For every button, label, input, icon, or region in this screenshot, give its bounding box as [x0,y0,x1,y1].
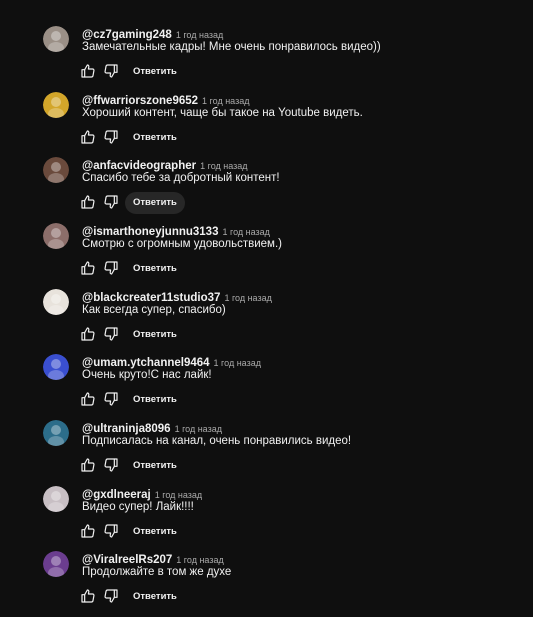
reply-button[interactable]: Ответить [125,127,185,149]
comment-item: @cz7gaming248 1 год назад Замечательные ка… [0,26,533,92]
reply-button[interactable]: Ответить [125,389,185,411]
thumbs-down-icon[interactable] [103,391,119,407]
comment-timestamp[interactable]: 1 год назад [176,30,223,40]
thumbs-down-icon[interactable] [103,129,119,145]
thumbs-down-icon[interactable] [103,588,119,604]
comment-timestamp[interactable]: 1 год назад [222,227,269,237]
comment-timestamp[interactable]: 1 год назад [175,424,222,434]
comment-text: Очень круто!С нас лайк! [82,369,212,381]
comment-author[interactable]: @ffwarriorszone9652 [82,95,198,107]
thumbs-down-icon[interactable] [103,194,119,210]
thumbs-up-icon[interactable] [80,457,96,473]
comment-timestamp[interactable]: 1 год назад [224,293,271,303]
comment-text: Спасибо тебе за добротный контент! [82,172,280,184]
thumbs-up-icon[interactable] [80,63,96,79]
comment-item: @anfacvideographer 1 год назад Спасибо теб… [0,157,533,223]
avatar[interactable] [43,486,69,512]
thumbs-down-icon[interactable] [103,260,119,276]
avatar[interactable] [43,551,69,577]
comment-item: @blackcreater11studio37 1 год назад Как вс… [0,289,533,355]
thumbs-down-icon[interactable] [103,457,119,473]
comment-timestamp[interactable]: 1 год назад [214,358,261,368]
avatar[interactable] [43,354,69,380]
comment-text: Подписалась на канал, очень понравились … [82,435,352,447]
thumbs-up-icon[interactable] [80,588,96,604]
comment-author[interactable]: @ViralreelRs207 [82,554,172,566]
avatar[interactable] [43,26,69,52]
comment-text: Смотрю с огромным удовольствием.) [82,238,282,250]
comment-text: Как всегда супер, спасибо) [82,304,226,316]
comment-author[interactable]: @ultraninja8096 [82,423,171,435]
comment-timestamp[interactable]: 1 год назад [200,161,247,171]
thumbs-down-icon[interactable] [103,523,119,539]
reply-button[interactable]: Ответить [125,61,185,83]
avatar[interactable] [43,157,69,183]
avatar[interactable] [43,420,69,446]
comment-text: Замечательные кадры! Мне очень понравило… [82,41,381,53]
thumbs-up-icon[interactable] [80,129,96,145]
reply-button[interactable]: Ответить [125,586,185,608]
comment-item: @gxdlneeraj 1 год назад Видео супер! Лайк!… [0,486,533,552]
comment-author[interactable]: @anfacvideographer [82,160,196,172]
thumbs-down-icon[interactable] [103,326,119,342]
reply-button[interactable]: Ответить [125,258,185,280]
comment-text: Хороший контент, чаще бы такое на Youtub… [82,107,363,119]
comment-item: @umam.ytchannel9464 1 год назад Очень крут… [0,354,533,420]
avatar[interactable] [43,92,69,118]
reply-button[interactable]: Ответить [125,324,185,346]
reply-button[interactable]: Ответить [125,521,185,543]
thumbs-up-icon[interactable] [80,326,96,342]
comment-item: @ffwarriorszone9652 1 год назад Хороший ко… [0,92,533,158]
comment-text: Продолжайте в том же духе [82,566,232,578]
comment-item: @ismarthoneyjunnu3133 1 год назад Смотрю с… [0,223,533,289]
comment-timestamp[interactable]: 1 год назад [176,555,223,565]
comment-author[interactable]: @gxdlneeraj [82,489,151,501]
avatar[interactable] [43,223,69,249]
thumbs-up-icon[interactable] [80,194,96,210]
thumbs-down-icon[interactable] [103,63,119,79]
thumbs-up-icon[interactable] [80,523,96,539]
comment-author[interactable]: @cz7gaming248 [82,29,172,41]
comment-text: Видео супер! Лайк!!!! [82,501,194,513]
comment-author[interactable]: @umam.ytchannel9464 [82,357,210,369]
thumbs-up-icon[interactable] [80,260,96,276]
comment-timestamp[interactable]: 1 год назад [155,490,202,500]
avatar[interactable] [43,289,69,315]
comment-timestamp[interactable]: 1 год назад [202,96,249,106]
thumbs-up-icon[interactable] [80,391,96,407]
comment-item: @ViralreelRs207 1 год назад Продолжайте в … [0,551,533,617]
comment-author[interactable]: @blackcreater11studio37 [82,292,220,304]
reply-button[interactable]: Ответить [125,192,185,214]
comment-author[interactable]: @ismarthoneyjunnu3133 [82,226,218,238]
comment-item: @ultraninja8096 1 год назад Подписалась на… [0,420,533,486]
reply-button[interactable]: Ответить [125,455,185,477]
